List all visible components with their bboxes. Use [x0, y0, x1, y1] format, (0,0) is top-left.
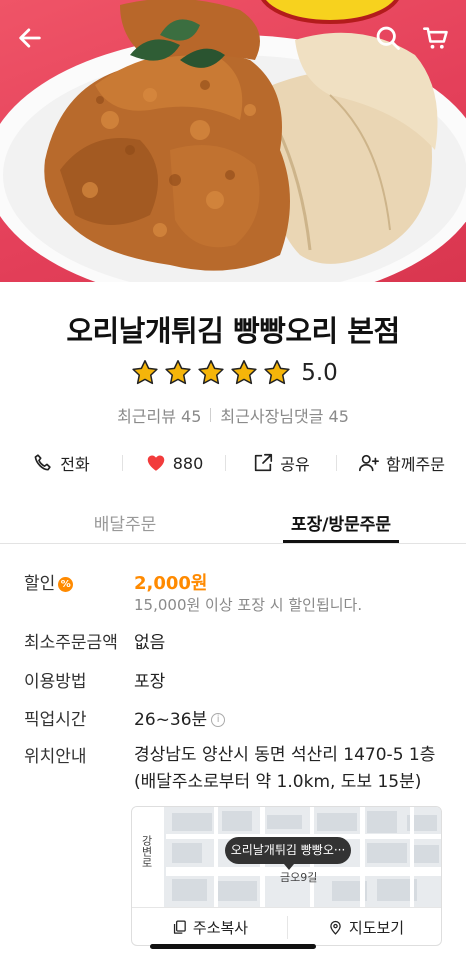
discount-icon: % [58, 576, 74, 592]
copy-address-button[interactable]: 주소복사 [132, 908, 287, 945]
home-indicator [150, 944, 316, 949]
favorite-count: 880 [172, 453, 204, 473]
star-icon [132, 360, 158, 385]
star-icon [198, 360, 224, 385]
share-icon [255, 453, 273, 472]
min-order-value: 없음 [134, 633, 166, 653]
phone-icon [34, 454, 51, 471]
copy-address-label: 주소복사 [192, 919, 249, 937]
divider [210, 408, 212, 422]
review-counts: 최근리뷰 45 최근사장님댓글 45 [0, 403, 466, 427]
store-actions: 전화 880 공유 함께주문 [0, 446, 466, 480]
view-map-label: 지도보기 [348, 919, 405, 937]
location-pin-icon [330, 920, 341, 935]
map-actions: 주소복사 지도보기 [132, 907, 441, 945]
share-button[interactable]: 공유 [226, 446, 336, 480]
map-view[interactable]: 강변로 금오9길 오리날개튀김 빵빵오··· [132, 807, 441, 907]
recent-owner-replies-link[interactable]: 최근사장님댓글 45 [220, 403, 349, 427]
distance-line: (배달주소로부터 약 1.0km, 도보 15분) [134, 772, 422, 792]
pickup-time-row: 26~36분 i [134, 705, 226, 730]
call-label: 전화 [60, 455, 90, 474]
discount-note: 15,000원 이상 포장 시 할인됩니다. [134, 596, 363, 614]
cart-icon [423, 27, 448, 49]
min-order-label: 최소주문금액 [24, 633, 118, 653]
road-label-vertical: 강변로 [140, 835, 153, 868]
location-label: 위치안내 [24, 747, 87, 767]
copy-icon [173, 920, 186, 934]
pickup-time-value: 26~36분 [134, 710, 208, 730]
star-icon [264, 360, 290, 385]
rating-value: 5.0 [301, 360, 338, 386]
active-tab-indicator [283, 540, 399, 543]
star-icon [231, 360, 257, 385]
tab-delivery[interactable]: 배달주문 [40, 500, 210, 544]
add-person-icon [359, 454, 380, 472]
group-order-label: 함께주문 [386, 455, 445, 474]
store-map-marker[interactable]: 오리날개튀김 빵빵오··· [225, 837, 351, 864]
share-label: 공유 [280, 455, 310, 474]
search-icon [376, 26, 400, 50]
tab-pickup[interactable]: 포장/방문주문 [283, 500, 399, 544]
address-line: 경상남도 양산시 동면 석산리 1470-5 1층 [134, 745, 436, 765]
call-button[interactable]: 전화 [0, 446, 122, 480]
method-label: 이용방법 [24, 672, 87, 692]
star-rating [128, 358, 293, 388]
method-value: 포장 [134, 672, 166, 692]
store-address: 경상남도 양산시 동면 석산리 1470-5 1층 (배달주소로부터 약 1.0… [134, 742, 454, 796]
map-pin-icon [284, 864, 294, 870]
star-icon [165, 360, 191, 385]
info-icon[interactable]: i [211, 713, 226, 727]
search-button[interactable] [370, 20, 406, 56]
pickup-time-label: 픽업시간 [24, 710, 87, 730]
cart-button[interactable] [418, 20, 454, 56]
discount-label-row: 할인% [24, 569, 74, 594]
arrow-left-icon [19, 28, 41, 48]
discount-amount: 2,000원 [134, 573, 208, 594]
rating-row: 5.0 [0, 358, 466, 388]
order-type-tabs: 배달주문 포장/방문주문 [0, 500, 466, 544]
heart-icon [147, 455, 164, 471]
group-order-button[interactable]: 함께주문 [337, 446, 466, 480]
favorite-button[interactable]: 880 [123, 446, 225, 480]
recent-reviews-link[interactable]: 최근리뷰 45 [117, 403, 201, 427]
discount-label: 할인 [24, 574, 56, 594]
location-map-card: 강변로 금오9길 오리날개튀김 빵빵오··· 주소복사 지도보기 [131, 806, 442, 946]
view-map-button[interactable]: 지도보기 [288, 908, 441, 945]
store-name: 오리날개튀김 빵빵오리 본점 [66, 314, 400, 348]
store-hero-image [0, 0, 466, 282]
road-label-horizontal: 금오9길 [280, 871, 318, 884]
back-button[interactable] [12, 20, 48, 56]
